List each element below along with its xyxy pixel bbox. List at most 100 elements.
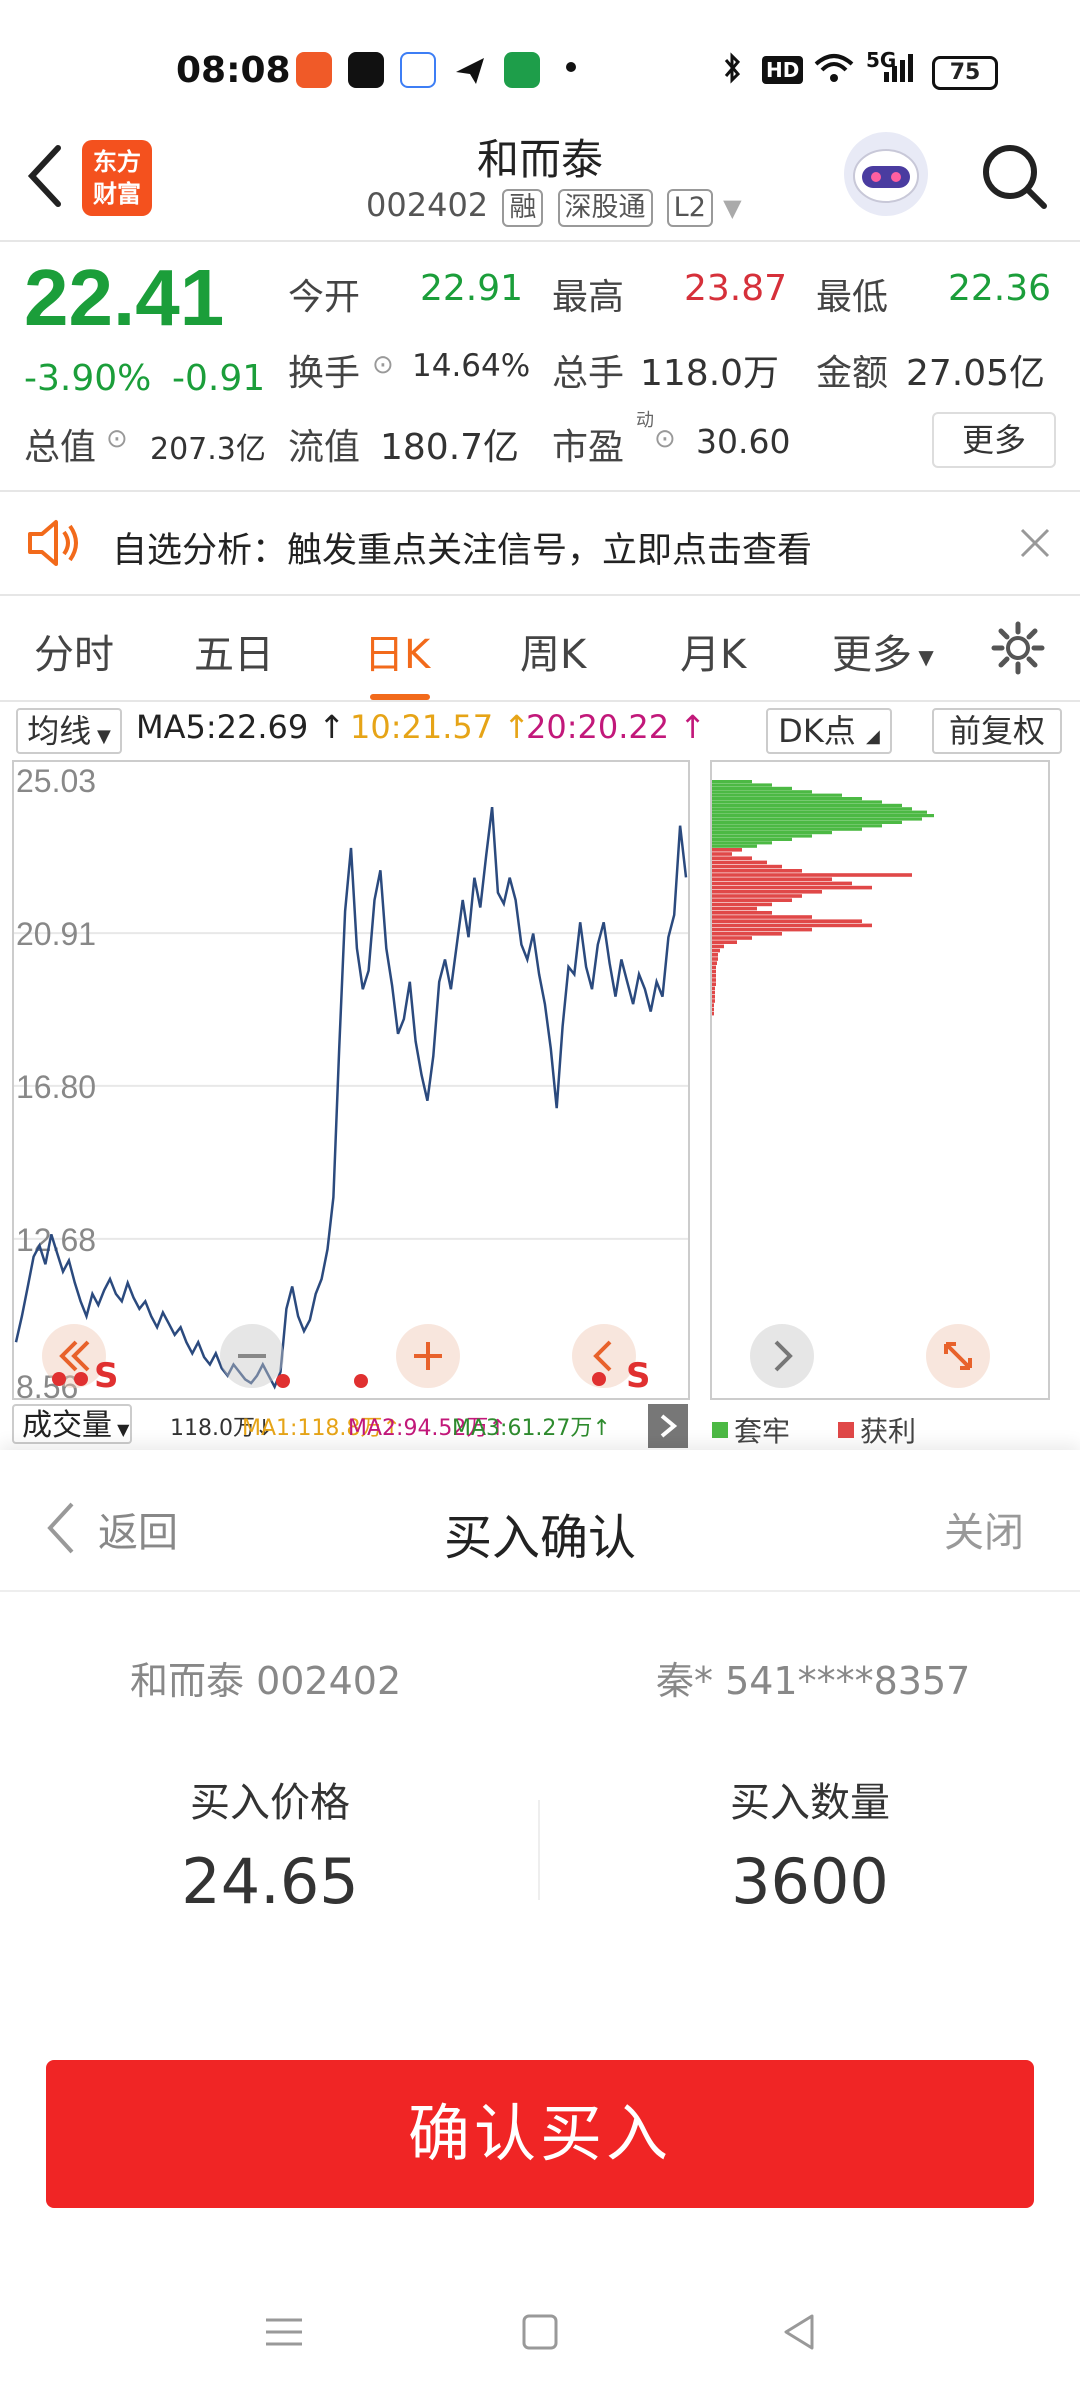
profile-bar-profit (712, 1011, 714, 1016)
profile-bar-profit (712, 906, 757, 911)
volume-value: 118.0万 (640, 353, 780, 394)
tab-five-day[interactable]: 五日 (194, 622, 274, 680)
amount-label: 金额 (816, 353, 889, 394)
profile-bar-profit (712, 848, 742, 852)
turnover-value: 14.64% (412, 348, 531, 384)
dialog-divider (0, 1590, 1080, 1592)
info-icon[interactable]: ⊙ (106, 424, 128, 454)
price-chart-svg: 25.0320.9116.8012.688.56 (12, 760, 690, 1405)
zoom-out-button[interactable] (220, 1324, 284, 1388)
settings-gear-icon[interactable] (990, 620, 1046, 680)
pe-info-icon[interactable]: ⊙ (654, 424, 676, 454)
profile-bar-trapped (712, 786, 792, 790)
profile-bar-trapped (712, 807, 912, 811)
stock-code-row[interactable]: 002402 融 深股通 L2 ▼ (366, 186, 742, 227)
open-value: 22.91 (420, 268, 524, 309)
tag-connect: 深股通 (557, 189, 653, 227)
alert-divider (0, 594, 1080, 596)
volume-profile-svg (710, 760, 1050, 1400)
profile-bar-profit (712, 915, 812, 919)
back-nav-icon[interactable] (778, 2310, 822, 2358)
buy-qty-label: 买入数量 (730, 1780, 890, 1826)
dialog-close-button[interactable]: 关闭 (944, 1500, 1024, 1558)
profile-bar-trapped (712, 831, 832, 835)
oppo-app-icon (504, 52, 540, 88)
volume-dropdown[interactable]: 成交量 ▼ (12, 1404, 132, 1444)
signal-dot (52, 1372, 66, 1386)
more-notifications-dot (566, 62, 576, 72)
profile-bar-profit (712, 902, 772, 907)
profile-bar-profit (712, 856, 752, 860)
profile-bar-profit (712, 873, 912, 877)
home-nav-icon[interactable] (518, 2310, 562, 2358)
profile-bar-profit (712, 898, 792, 902)
profile-bar-trapped (712, 800, 882, 804)
profile-bar-profit (712, 990, 715, 995)
profile-bar-trapped (712, 844, 757, 848)
profile-bar-profit (712, 961, 717, 965)
change-amount: -0.91 (172, 358, 266, 399)
pe-label: 市盈 (552, 427, 625, 468)
close-icon[interactable] (1018, 526, 1052, 564)
adjust-button[interactable]: 前复权 (932, 708, 1062, 754)
sell-signal-s: S (626, 1356, 651, 1396)
expand-right-arrow-icon[interactable] (648, 1404, 688, 1448)
more-quote-button[interactable]: 更多 (932, 412, 1056, 468)
profile-bar-trapped (712, 817, 922, 821)
profile-bar-profit (712, 932, 782, 936)
stock-header: 东方财富 和而泰 002402 融 深股通 L2 ▼ (0, 110, 1080, 240)
profile-bar-profit (712, 852, 732, 856)
profile-bar-profit (712, 1003, 714, 1007)
profile-bar-profit (712, 995, 715, 999)
profile-bar-profit (712, 944, 724, 949)
speaker-icon (26, 518, 82, 572)
tab-monthly-k[interactable]: 月K (680, 622, 746, 680)
dropdown-triangle-icon: ▼ (723, 194, 742, 222)
account-info: 秦* 541****8357 (656, 1659, 971, 1703)
tabs-divider (0, 700, 1080, 702)
next-button[interactable] (750, 1324, 814, 1388)
low-value: 22.36 (948, 268, 1052, 309)
robot-assistant-avatar[interactable] (844, 132, 928, 216)
zoom-in-button[interactable] (396, 1324, 460, 1388)
volume-profile-chart (710, 760, 1050, 1400)
profile-bar-profit (712, 936, 752, 940)
battery-icon: 75 (932, 56, 998, 90)
profile-bar-profit (712, 864, 782, 869)
video-app-icon (296, 52, 332, 88)
alert-banner[interactable]: 自选分析：触发重点关注信号，立即点击查看 (0, 492, 1080, 594)
wifi-icon (812, 50, 856, 93)
tab-intraday[interactable]: 分时 (34, 622, 114, 680)
dk-point-button[interactable]: DK点 ◢ (766, 708, 892, 754)
ma-dropdown[interactable]: 均线 ▼ (16, 708, 122, 754)
turnover-info-icon[interactable]: ⊙ (372, 350, 394, 380)
current-price: 22.41 (24, 253, 225, 342)
tag-level2: L2 (666, 189, 713, 227)
profile-bar-trapped (712, 780, 752, 784)
ma20-value: 20:20.22 ↑ (526, 708, 707, 746)
k-line-chart[interactable]: 25.03 20.91 16.80 12.68 8.56 S S (12, 760, 690, 1405)
profile-bar-trapped (712, 810, 927, 814)
signal-icon (882, 50, 918, 93)
tab-weekly-k[interactable]: 周K (520, 622, 586, 680)
low-label: 最低 (816, 277, 889, 318)
search-icon[interactable] (978, 140, 1050, 216)
profile-bar-trapped (712, 783, 772, 787)
profile-bar-profit (712, 860, 767, 865)
price-line (14, 806, 688, 1390)
buy-price-label: 买入价格 (190, 1780, 350, 1826)
profile-bar-profit (712, 982, 716, 986)
expand-icon[interactable] (926, 1324, 990, 1388)
legend-profit: 获利 (860, 1415, 917, 1448)
alert-text: 自选分析：触发重点关注信号，立即点击查看 (112, 531, 813, 571)
order-stock-info: 和而泰 002402 (130, 1659, 402, 1703)
signal-dot (74, 1372, 88, 1386)
signal-dot (354, 1374, 368, 1388)
tag-margin: 融 (502, 189, 544, 227)
confirm-buy-button[interactable]: 确认买入 (46, 2060, 1034, 2208)
stock-code: 002402 (366, 186, 489, 224)
tab-daily-k[interactable]: 日K (364, 622, 430, 680)
profile-bar-profit (712, 986, 715, 991)
menu-nav-icon[interactable] (262, 2310, 306, 2358)
tab-more[interactable]: 更多 ▼ (832, 622, 934, 680)
